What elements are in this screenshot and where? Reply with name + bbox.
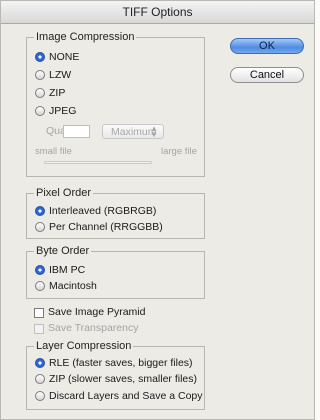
ibm-pc-label: IBM PC: [49, 264, 86, 276]
compression-zip-label: ZIP: [49, 87, 66, 99]
radio-per-channel[interactable]: [35, 222, 45, 232]
image-compression-legend: Image Compression: [34, 31, 137, 44]
stepper-arrows-icon: ▲ ▼: [150, 124, 158, 139]
cancel-button[interactable]: Cancel: [230, 67, 304, 83]
radio-ibm-pc[interactable]: [35, 265, 45, 275]
radio-lzw[interactable]: [35, 70, 45, 80]
save-transparency-checkbox: [34, 324, 44, 334]
interleaved-label: Interleaved (RGBRGB): [49, 205, 157, 217]
radio-layer-zip[interactable]: [35, 374, 45, 384]
compression-none-label: NONE: [49, 51, 80, 63]
byte-order-group: Byte Order IBM PC Macintosh: [26, 245, 205, 299]
radio-zip[interactable]: [35, 88, 45, 98]
save-image-pyramid-checkbox[interactable]: [34, 308, 44, 318]
radio-jpeg[interactable]: [35, 106, 45, 116]
radio-interleaved[interactable]: [35, 206, 45, 216]
quality-preset-select[interactable]: Maximum ▲ ▼: [102, 124, 164, 139]
compression-jpeg-label: JPEG: [49, 105, 77, 117]
quality-slider[interactable]: [44, 161, 152, 164]
quality-input[interactable]: [63, 125, 90, 138]
save-image-pyramid-label: Save Image Pyramid: [48, 306, 146, 318]
radio-discard-layers[interactable]: [35, 391, 45, 401]
rle-label: RLE (faster saves, bigger files): [49, 357, 193, 369]
pixel-order-group: Pixel Order Interleaved (RGBRGB) Per Cha…: [26, 187, 205, 239]
layer-compression-group: Layer Compression RLE (faster saves, big…: [26, 340, 205, 410]
radio-none[interactable]: [35, 52, 45, 62]
pixel-order-legend: Pixel Order: [34, 187, 94, 200]
dialog-title: TIFF Options: [1, 1, 314, 24]
discard-layers-label: Discard Layers and Save a Copy: [49, 390, 203, 402]
save-transparency-label: Save Transparency: [48, 322, 139, 334]
tiff-options-dialog: TIFF Options Image Compression NONE LZW …: [0, 0, 315, 420]
radio-rle[interactable]: [35, 358, 45, 368]
small-file-label: small file: [35, 146, 72, 157]
large-file-label: large file: [161, 146, 197, 157]
ok-button[interactable]: OK: [230, 38, 304, 54]
byte-order-legend: Byte Order: [34, 245, 92, 258]
per-channel-label: Per Channel (RRGGBB): [49, 221, 163, 233]
layer-compression-legend: Layer Compression: [34, 340, 134, 353]
layer-zip-label: ZIP (slower saves, smaller files): [49, 373, 198, 385]
compression-lzw-label: LZW: [49, 69, 72, 81]
macintosh-label: Macintosh: [49, 280, 97, 292]
radio-macintosh[interactable]: [35, 281, 45, 291]
